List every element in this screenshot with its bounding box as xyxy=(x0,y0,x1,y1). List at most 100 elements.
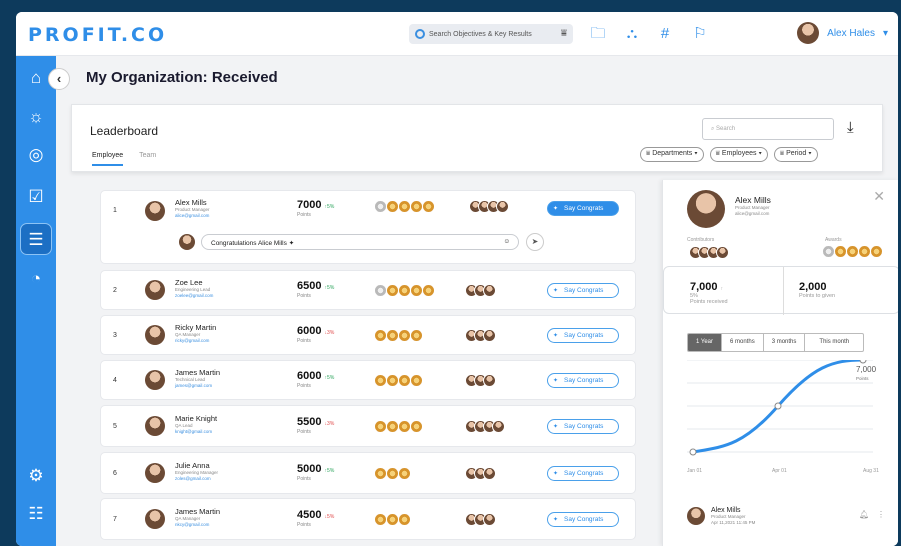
profitco-logo[interactable]: PROFIT.CO xyxy=(28,24,167,46)
flag-icon[interactable]: ⚐ xyxy=(690,24,710,44)
avatar xyxy=(145,280,165,300)
medal-icon xyxy=(375,201,386,212)
points-delta: ↓3% xyxy=(324,330,335,336)
list-item[interactable]: 3 Ricky Martin QA Manager ricky@gmail.com … xyxy=(100,315,636,355)
party-icon: ✦ xyxy=(553,206,559,212)
medal-icon xyxy=(399,421,410,432)
say-congrats-button[interactable]: ✦ Say Congrats xyxy=(547,373,619,388)
hierarchy-icon[interactable]: ⛬ xyxy=(622,24,642,44)
user-menu[interactable]: Alex Hales ▾ xyxy=(797,22,888,44)
sliders-icon[interactable]: ☷ xyxy=(20,498,52,530)
range-3-months[interactable]: 3 months xyxy=(762,334,805,351)
tab-employee[interactable]: Employee xyxy=(92,152,124,166)
points: 6000 ↓3% Points xyxy=(297,325,334,344)
filter-label: Departments xyxy=(652,150,693,157)
x-tick-label: Aug 31 xyxy=(863,468,879,474)
range-1-year[interactable]: 1 Year xyxy=(688,334,722,351)
data-label: 7,000 xyxy=(856,365,877,374)
list-item[interactable]: 2 Zoe Lee Engineering Lead zoelee@gmail.co… xyxy=(100,270,636,310)
say-congrats-button[interactable]: ✦ Say Congrats xyxy=(547,419,619,434)
points-label: Points xyxy=(297,338,311,344)
activity-item[interactable]: Alex Mills Product Manager Apr 11,2021 11:… xyxy=(687,507,755,526)
points-chart: 7,000 Points Jan 01 Apr 01 Aug 31 xyxy=(687,360,879,474)
medals xyxy=(823,246,882,257)
contributors xyxy=(465,513,496,526)
say-congrats-button[interactable]: ✦ Say Congrats xyxy=(547,512,619,527)
departments-filter[interactable]: ⩸ Departments ▾ xyxy=(640,147,704,162)
medals xyxy=(375,375,422,386)
points: 5000 ↑5% Points xyxy=(297,463,334,482)
filter-bar: ⩸ Departments ▾ ⩸ Employees ▾ ⩸ Period ▾ xyxy=(640,147,818,162)
list-item[interactable]: 7 James Martin QA Manager nkcy@gmail.com 4… xyxy=(100,498,636,540)
download-icon[interactable]: ⤓ xyxy=(847,119,854,136)
avatar xyxy=(145,370,165,390)
awards-label: Awards xyxy=(825,237,842,243)
list-item[interactable]: 1 Alex Mills Product Manager alice@gmail.c… xyxy=(100,190,636,264)
medal-icon xyxy=(387,375,398,386)
range-6-months[interactable]: 6 months xyxy=(721,334,763,351)
avatar xyxy=(483,284,496,297)
hashtag-icon[interactable]: # xyxy=(655,24,675,44)
contributors xyxy=(465,374,496,387)
medals xyxy=(375,421,422,432)
app-window: PROFIT.CO Search Objectives & Key Result… xyxy=(16,12,898,546)
say-congrats-button[interactable]: ✦ Say Congrats xyxy=(547,466,619,481)
close-icon[interactable]: ✕ xyxy=(873,188,885,205)
range-this-month[interactable]: This month xyxy=(804,334,863,351)
profile-info: Alex Mills Product Manager alice@gmail.com xyxy=(735,195,771,217)
folder-search-icon[interactable]: 🗀 xyxy=(588,24,608,44)
avatar xyxy=(145,463,165,483)
data-point[interactable] xyxy=(774,402,782,410)
bell-icon[interactable]: 🔔︎ xyxy=(859,510,869,519)
medal-icon xyxy=(847,246,858,257)
data-point[interactable] xyxy=(859,360,867,364)
data-point[interactable] xyxy=(689,448,697,456)
chat-icon[interactable]: ☰ xyxy=(20,223,52,255)
rank: 1 xyxy=(113,207,117,214)
search-bar[interactable]: Search Objectives & Key Results ⩸ xyxy=(409,24,573,44)
filter-icon[interactable]: ⩸ xyxy=(561,28,567,39)
x-tick-label: Apr 01 xyxy=(772,468,787,474)
period-filter[interactable]: ⩸ Period ▾ xyxy=(773,147,818,162)
medal-icon xyxy=(387,421,398,432)
send-button[interactable]: ➤ xyxy=(526,233,544,251)
medals xyxy=(375,514,410,525)
say-congrats-button[interactable]: ✦ Say Congrats xyxy=(547,201,619,216)
gauge-icon[interactable]: ◔ xyxy=(20,263,52,295)
leaderboard-search-input[interactable]: ⌕ Search xyxy=(702,118,834,140)
points-label: Points xyxy=(297,429,311,435)
given-label: Points to given xyxy=(799,293,836,299)
party-icon: ✦ xyxy=(288,240,295,247)
rank: 4 xyxy=(113,377,117,384)
say-congrats-button[interactable]: ✦ Say Congrats xyxy=(547,283,619,298)
employees-filter[interactable]: ⩸ Employees ▾ xyxy=(709,147,768,162)
medal-icon xyxy=(399,468,410,479)
say-congrats-button[interactable]: ✦ Say Congrats xyxy=(547,328,619,343)
settings-icon[interactable]: ⚙ xyxy=(20,460,52,492)
emoji-icon[interactable]: ☺ xyxy=(503,238,510,245)
party-icon: ✦ xyxy=(553,471,559,477)
tab-team[interactable]: Team xyxy=(139,152,156,166)
chevron-down-icon: ▾ xyxy=(882,27,888,39)
calendar-check-icon[interactable]: ☑ xyxy=(20,181,52,213)
medal-icon xyxy=(375,375,386,386)
delta-value: 5% xyxy=(327,375,335,381)
bulb-icon[interactable]: ☼ xyxy=(20,101,52,133)
medal-icon xyxy=(411,201,422,212)
top-bar: PROFIT.CO Search Objectives & Key Result… xyxy=(16,12,898,56)
comment-input[interactable]: Congratulations Alice Mills ✦ ☺ xyxy=(201,234,519,250)
party-icon: ✦ xyxy=(553,288,559,294)
list-item[interactable]: 4 James Martin Technical Lead james@gmail.… xyxy=(100,360,636,400)
contributors xyxy=(465,420,505,433)
button-label: Say Congrats xyxy=(564,516,604,523)
contributors-label: Contributors xyxy=(687,237,715,243)
back-button[interactable]: ‹ xyxy=(48,68,70,90)
rank: 2 xyxy=(113,287,117,294)
contributors xyxy=(465,284,496,297)
list-item[interactable]: 6 Julie Anna Engineering Manager zoles@gma… xyxy=(100,452,636,494)
target-nav-icon[interactable]: ◎ xyxy=(20,139,52,171)
list-item[interactable]: 5 Marie Knight QA Lead knight@gmail.com 55… xyxy=(100,405,636,447)
more-icon[interactable]: ⋮ xyxy=(877,510,885,519)
person-info: Ricky Martin QA Manager ricky@gmail.com xyxy=(175,323,216,344)
points-value: 5000 xyxy=(297,463,322,475)
